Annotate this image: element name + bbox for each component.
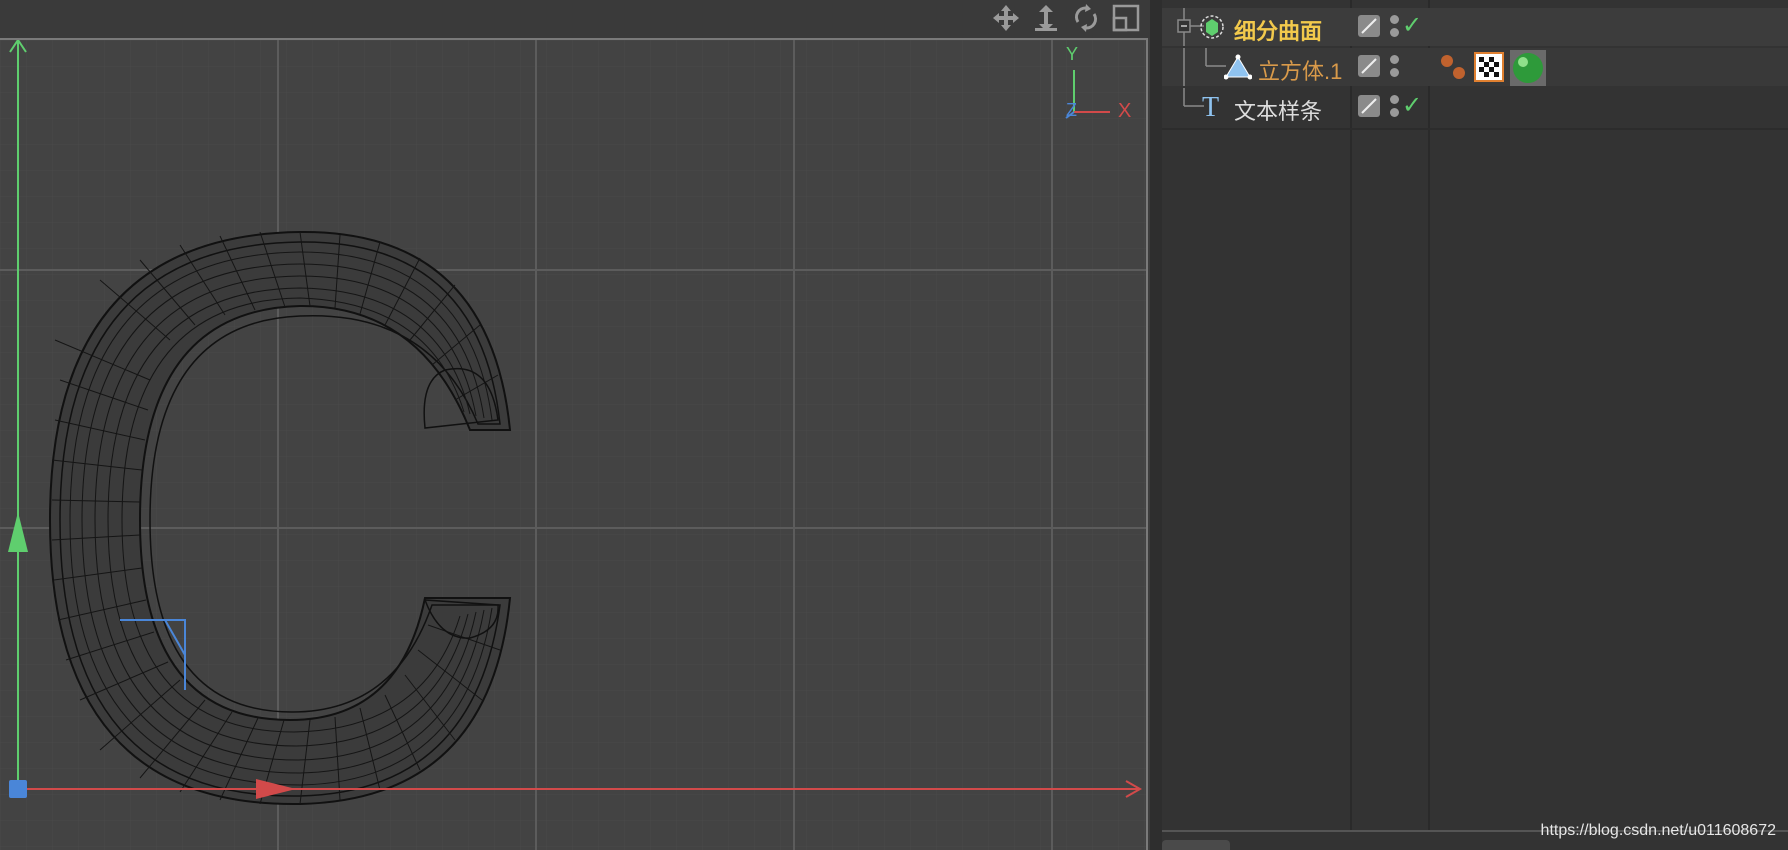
object-label: 细分曲面	[1234, 19, 1323, 44]
object-row-text-spline[interactable]: T 文本样条 ✓	[1162, 88, 1788, 126]
material-tag-icon[interactable]	[1438, 52, 1468, 82]
render-visibility-dots[interactable]	[1390, 53, 1400, 79]
enabled-check-icon[interactable]: ✓	[1402, 11, 1422, 40]
watermark: https://blog.csdn.net/u011608672	[1540, 822, 1776, 839]
checker-texture-tag-icon[interactable]	[1474, 52, 1504, 82]
object-row-cube[interactable]: 立方体.1	[1162, 48, 1788, 86]
editor-visibility-toggle[interactable]	[1358, 15, 1380, 37]
move-view-icon[interactable]	[990, 2, 1022, 34]
object-manager: 细分曲面 ✓ 立方体.1 T 文本样条 ✓	[1162, 0, 1788, 850]
3d-viewport[interactable]: Y Z X	[0, 0, 1150, 850]
text-spline-icon: T	[1202, 92, 1220, 123]
object-label: 立方体.1	[1258, 59, 1343, 84]
viewport-scene	[0, 38, 1146, 850]
editor-visibility-toggle[interactable]	[1358, 55, 1380, 77]
panel-divider[interactable]	[1150, 0, 1162, 850]
render-visibility-dots[interactable]	[1390, 93, 1400, 119]
gizmo-z-label: Z	[1066, 100, 1077, 120]
zoom-view-icon[interactable]	[1030, 2, 1062, 34]
enabled-check-icon[interactable]: ✓	[1402, 91, 1422, 120]
viewport-toolbar	[0, 0, 1150, 38]
panel-tab[interactable]	[1162, 840, 1230, 850]
world-origin-handle[interactable]	[9, 780, 27, 798]
list-separator	[1162, 128, 1788, 130]
gizmo-y-label: Y	[1066, 44, 1079, 64]
rotate-view-icon[interactable]	[1070, 2, 1102, 34]
object-row-subdivision[interactable]: 细分曲面 ✓	[1162, 8, 1788, 46]
render-visibility-dots[interactable]	[1390, 13, 1400, 39]
maximize-view-icon[interactable]	[1110, 2, 1142, 34]
editor-visibility-toggle[interactable]	[1358, 95, 1380, 117]
gizmo-x-label: X	[1118, 100, 1132, 122]
viewport-canvas[interactable]: Y Z X	[0, 38, 1148, 850]
green-sphere-material-icon[interactable]	[1510, 50, 1546, 86]
object-label: 文本样条	[1234, 99, 1323, 124]
cube-icon	[1223, 53, 1253, 81]
subdivision-surface-icon	[1198, 13, 1226, 41]
